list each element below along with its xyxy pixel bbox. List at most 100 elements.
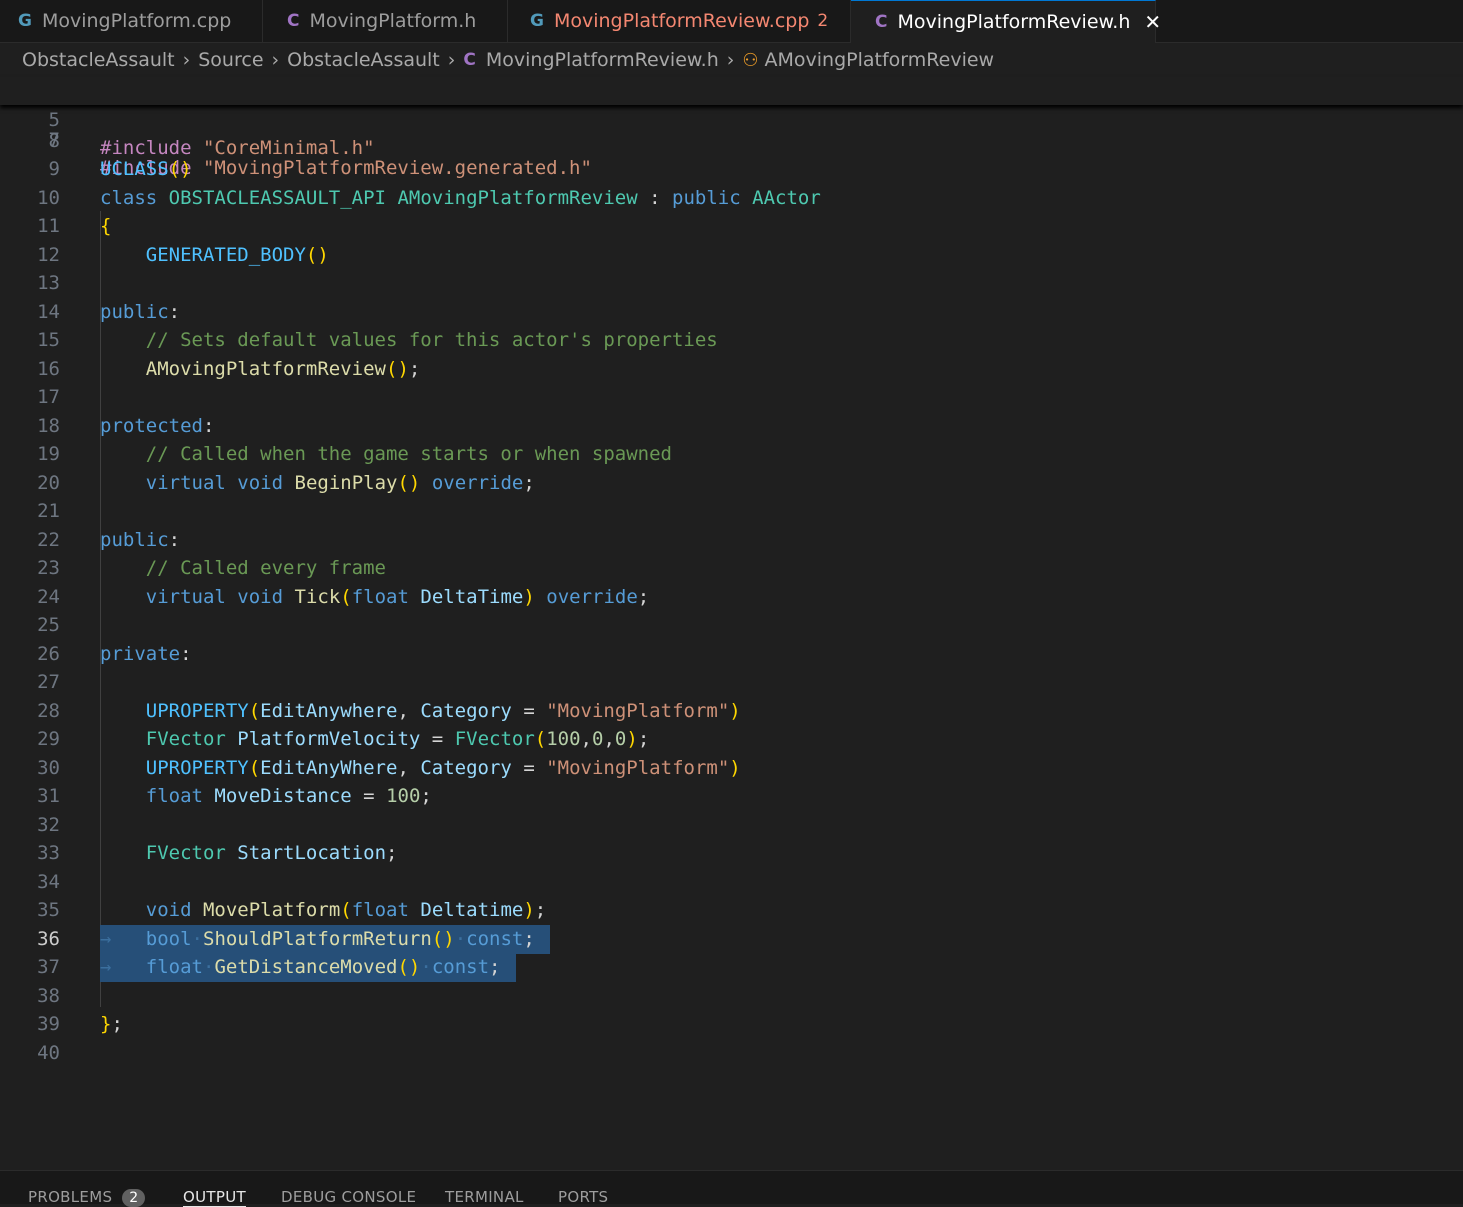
code-line: 34 bbox=[0, 868, 1463, 897]
code-line: 40 bbox=[0, 1039, 1463, 1068]
code-line: 12 GENERATED_BODY() bbox=[0, 241, 1463, 270]
tab-problems[interactable]: PROBLEMS 2 bbox=[28, 1188, 146, 1207]
line-number: 40 bbox=[37, 1041, 60, 1064]
breadcrumb-item-file[interactable]: MovingPlatformReview.h bbox=[486, 49, 719, 71]
breadcrumb-item-class[interactable]: AMovingPlatformReview bbox=[765, 49, 995, 71]
line-number: 35 bbox=[37, 899, 60, 921]
chevron-right-icon: › bbox=[726, 49, 735, 71]
close-icon[interactable]: ✕ bbox=[1144, 10, 1161, 34]
code-line: 18 protected: bbox=[0, 412, 1463, 441]
line-number: 11 bbox=[37, 215, 60, 237]
tab-output[interactable]: OUTPUT bbox=[183, 1188, 246, 1207]
tab-moving-platform-review-h[interactable]: C MovingPlatformReview.h ✕ bbox=[851, 0, 1161, 43]
code-line: 20 virtual void BeginPlay() override; bbox=[0, 469, 1463, 498]
editor-tab-bar: G MovingPlatform.cpp C MovingPlatform.h … bbox=[0, 0, 1463, 43]
line-number: 33 bbox=[37, 842, 60, 864]
code-line: 28 UPROPERTY(EditAnywhere, Category = "M… bbox=[0, 697, 1463, 726]
c-header-icon: C bbox=[463, 50, 476, 70]
line-number: 31 bbox=[37, 785, 60, 807]
code-text: }; bbox=[100, 1013, 123, 1035]
code-line: 16 AMovingPlatformReview(); bbox=[0, 355, 1463, 384]
error-count-badge: 2 bbox=[817, 11, 829, 31]
breadcrumb-item-obstacle-assault-folder[interactable]: ObstacleAssault bbox=[287, 49, 440, 71]
c-header-icon: C bbox=[875, 12, 888, 32]
code-text: virtual void BeginPlay() override; bbox=[145, 471, 535, 494]
code-line: 31 float MoveDistance = 100; bbox=[0, 782, 1463, 811]
code-text: protected: bbox=[100, 414, 215, 437]
tab-label: MovingPlatformReview.cpp bbox=[553, 10, 810, 32]
code-text: AMovingPlatformReview(); bbox=[145, 357, 421, 380]
tab-label: MovingPlatformReview.h bbox=[897, 11, 1131, 33]
tab-moving-platform-review-cpp[interactable]: G MovingPlatformReview.cpp 2 bbox=[508, 0, 851, 42]
line-number: 30 bbox=[37, 756, 60, 779]
line-number: 14 bbox=[37, 300, 60, 323]
code-text: UPROPERTY(EditAnywhere, Category = "Movi… bbox=[145, 699, 741, 722]
tab-label: MovingPlatform.cpp bbox=[41, 10, 232, 32]
code-text: virtual void Tick(float DeltaTime) overr… bbox=[145, 585, 650, 608]
code-text: private: bbox=[100, 642, 192, 665]
chevron-right-icon: › bbox=[447, 49, 456, 71]
code-line: 30 UPROPERTY(EditAnyWhere, Category = "M… bbox=[0, 754, 1463, 783]
line-number: 21 bbox=[37, 500, 60, 522]
line-number: 37 bbox=[37, 956, 60, 978]
line-number: 5 bbox=[48, 108, 60, 131]
line-number: 22 bbox=[37, 528, 60, 551]
problems-count-badge: 2 bbox=[122, 1189, 146, 1207]
tab-terminal[interactable]: TERMINAL bbox=[445, 1188, 524, 1206]
tab-ports[interactable]: PORTS bbox=[558, 1188, 608, 1206]
breadcrumb-item-source[interactable]: Source bbox=[198, 49, 263, 71]
chevron-right-icon: › bbox=[271, 49, 280, 71]
line-number: 13 bbox=[37, 272, 60, 294]
code-line: 22 public: bbox=[0, 526, 1463, 555]
line-number: 26 bbox=[37, 642, 60, 665]
code-line: 37 → float·GetDistanceMoved()·const; bbox=[0, 953, 1463, 982]
code-text: GENERATED_BODY() bbox=[145, 243, 329, 266]
line-number: 32 bbox=[37, 813, 60, 836]
line-number: 23 bbox=[37, 557, 60, 579]
code-line: 39}; bbox=[0, 1010, 1463, 1039]
chevron-right-icon: › bbox=[182, 49, 191, 71]
code-text: #include "CoreMinimal.h" bbox=[100, 137, 375, 159]
cpp-file-icon: G bbox=[18, 11, 32, 31]
line-number: 27 bbox=[37, 671, 60, 693]
line-number: 20 bbox=[37, 471, 60, 494]
code-text: FVector PlatformVelocity = FVector(100,0… bbox=[145, 728, 650, 750]
line-number: 36 bbox=[37, 927, 60, 950]
code-text: float MoveDistance = 100; bbox=[145, 785, 432, 807]
code-line: 21 bbox=[0, 497, 1463, 526]
line-number: 15 bbox=[37, 329, 60, 351]
tab-label: MovingPlatform.h bbox=[309, 10, 477, 32]
code-text: { bbox=[100, 215, 112, 237]
cpp-file-icon: G bbox=[530, 11, 544, 31]
line-number: 19 bbox=[37, 443, 60, 465]
code-line: 13 bbox=[0, 269, 1463, 298]
class-symbol-icon: ⚇ bbox=[742, 49, 759, 71]
code-line: 11 { bbox=[0, 212, 1463, 241]
tab-moving-platform-h[interactable]: C MovingPlatform.h bbox=[263, 0, 508, 42]
code-text: // Sets default values for this actor's … bbox=[145, 329, 718, 351]
code-line: 14 public: bbox=[0, 298, 1463, 327]
line-number: 34 bbox=[37, 870, 60, 893]
tab-debug-console[interactable]: DEBUG CONSOLE bbox=[281, 1188, 416, 1206]
sticky-scroll-header[interactable]: 5 #include "CoreMinimal.h" bbox=[0, 77, 1463, 160]
code-line: 17 bbox=[0, 383, 1463, 412]
code-line: 36 → bool·ShouldPlatformReturn()·const; bbox=[0, 925, 1463, 954]
line-number: 16 bbox=[37, 357, 60, 380]
code-line: 10 class OBSTACLEASSAULT_API AMovingPlatf… bbox=[0, 184, 1463, 213]
code-line: 24 virtual void Tick(float DeltaTime) ov… bbox=[0, 583, 1463, 612]
code-text: → bool·ShouldPlatformReturn()·const; bbox=[100, 927, 535, 950]
code-line: 5 #include "CoreMinimal.h" bbox=[0, 77, 1463, 160]
code-text: void MovePlatform(float Deltatime); bbox=[145, 899, 547, 921]
line-number: 12 bbox=[37, 243, 60, 266]
code-editor[interactable]: 7 #include "MovingPlatformReview.generat… bbox=[0, 77, 1463, 1170]
tab-moving-platform-cpp[interactable]: G MovingPlatform.cpp bbox=[0, 0, 263, 42]
line-number: 29 bbox=[37, 728, 60, 750]
code-line: 27 bbox=[0, 668, 1463, 697]
code-text: public: bbox=[100, 300, 181, 323]
code-line: 33 FVector StartLocation; bbox=[0, 839, 1463, 868]
breadcrumb-item-obstacle-assault[interactable]: ObstacleAssault bbox=[22, 49, 175, 71]
code-text: FVector StartLocation; bbox=[145, 842, 398, 864]
code-text: // Called when the game starts or when s… bbox=[145, 443, 672, 465]
code-line: 19 // Called when the game starts or whe… bbox=[0, 440, 1463, 469]
bottom-panel-tabs: PROBLEMS 2 OUTPUT DEBUG CONSOLE TERMINAL … bbox=[0, 1170, 1463, 1207]
